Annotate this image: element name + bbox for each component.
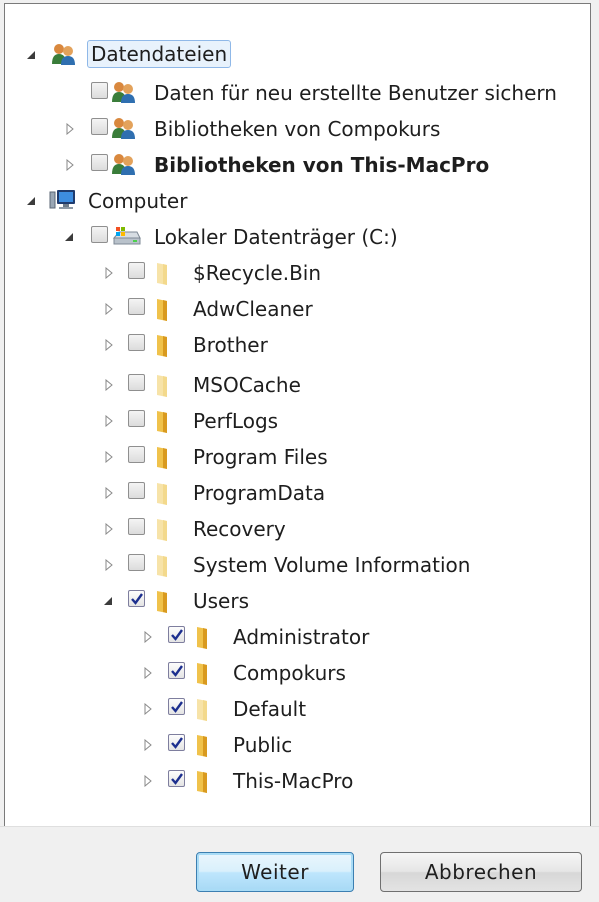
tree-node-label[interactable]: Users: [193, 589, 249, 613]
folder-faded-icon: [150, 260, 174, 285]
next-button[interactable]: Weiter: [196, 852, 354, 892]
checkbox[interactable]: [128, 554, 145, 571]
tree-node-label[interactable]: ProgramData: [193, 481, 325, 505]
expander-collapsed-icon[interactable]: [102, 558, 116, 572]
users-icon: [111, 116, 135, 140]
checkbox-checked[interactable]: [168, 698, 185, 715]
expander-collapsed-icon[interactable]: [141, 702, 155, 716]
tree-node-label[interactable]: PerfLogs: [193, 409, 278, 433]
cancel-button[interactable]: Abbrechen: [380, 852, 582, 892]
tree-node-label[interactable]: Computer: [88, 189, 187, 213]
expander-collapsed-icon[interactable]: [141, 738, 155, 752]
tree-node-label[interactable]: Brother: [193, 333, 268, 357]
next-button-label: Weiter: [241, 860, 309, 884]
expander-collapsed-icon[interactable]: [141, 630, 155, 644]
folder-faded-icon: [190, 696, 214, 721]
folder-faded-icon: [150, 480, 174, 505]
folder-icon: [150, 444, 174, 469]
checkbox[interactable]: [128, 446, 145, 463]
tree-node-label[interactable]: Public: [233, 733, 292, 757]
tree-node-label[interactable]: Lokaler Datenträger (C:): [154, 225, 398, 249]
expander-expanded-icon[interactable]: [24, 194, 38, 208]
expander-collapsed-icon[interactable]: [102, 338, 116, 352]
backup-tree-view[interactable]: Datendateien Daten für neu erstellte Ben…: [4, 3, 591, 826]
tree-node-label[interactable]: AdwCleaner: [193, 297, 313, 321]
folder-icon: [190, 732, 214, 757]
checkbox[interactable]: [128, 262, 145, 279]
tree-node-label[interactable]: Recovery: [193, 517, 286, 541]
expander-collapsed-icon[interactable]: [63, 158, 77, 172]
checkbox[interactable]: [128, 374, 145, 391]
expander-expanded-icon[interactable]: [101, 594, 115, 608]
folder-icon: [190, 768, 214, 793]
expander-collapsed-icon[interactable]: [102, 414, 116, 428]
tree-node-label[interactable]: This-MacPro: [233, 769, 353, 793]
tree-node-label[interactable]: Program Files: [193, 445, 328, 469]
checkbox[interactable]: [128, 334, 145, 351]
computer-icon: [49, 188, 75, 212]
expander-collapsed-icon[interactable]: [102, 266, 116, 280]
checkbox-checked[interactable]: [168, 770, 185, 787]
folder-faded-icon: [150, 552, 174, 577]
checkbox[interactable]: [91, 118, 108, 135]
checkbox[interactable]: [128, 482, 145, 499]
folder-icon: [150, 588, 174, 613]
folder-faded-icon: [150, 372, 174, 397]
folder-faded-icon: [150, 516, 174, 541]
dialog-footer: Weiter Abbrechen: [0, 826, 599, 902]
tree-node-label[interactable]: Bibliotheken von Compokurs: [154, 117, 440, 141]
expander-collapsed-icon[interactable]: [102, 522, 116, 536]
checkbox[interactable]: [91, 82, 108, 99]
checkbox[interactable]: [128, 518, 145, 535]
folder-icon: [150, 296, 174, 321]
cancel-button-label: Abbrechen: [424, 860, 538, 884]
checkbox-checked[interactable]: [168, 626, 185, 643]
expander-collapsed-icon[interactable]: [102, 378, 116, 392]
expander-expanded-icon[interactable]: [24, 48, 38, 62]
tree-node-label[interactable]: System Volume Information: [193, 553, 470, 577]
checkbox[interactable]: [128, 298, 145, 315]
tree-node-label[interactable]: Compokurs: [233, 661, 346, 685]
tree-node-label[interactable]: Datendateien: [87, 40, 232, 68]
folder-icon: [190, 624, 214, 649]
tree-node-label[interactable]: $Recycle.Bin: [193, 261, 321, 285]
tree-node-label[interactable]: Daten für neu erstellte Benutzer sichern: [154, 81, 557, 105]
drive-icon: [111, 224, 141, 248]
checkbox-checked[interactable]: [128, 590, 145, 607]
expander-collapsed-icon[interactable]: [141, 666, 155, 680]
tree-node-label[interactable]: Bibliotheken von This-MacPro: [154, 153, 489, 177]
checkbox[interactable]: [91, 226, 108, 243]
tree-node-label[interactable]: MSOCache: [193, 373, 301, 397]
expander-collapsed-icon[interactable]: [63, 122, 77, 136]
folder-icon: [190, 660, 214, 685]
expander-expanded-icon[interactable]: [62, 230, 76, 244]
checkbox-checked[interactable]: [168, 734, 185, 751]
checkbox[interactable]: [128, 410, 145, 427]
tree-node-label[interactable]: Default: [233, 697, 306, 721]
folder-icon: [150, 408, 174, 433]
checkbox-checked[interactable]: [168, 662, 185, 679]
users-icon: [111, 80, 135, 104]
checkbox[interactable]: [91, 154, 108, 171]
tree-node-label[interactable]: Administrator: [233, 625, 369, 649]
users-icon: [111, 152, 135, 176]
expander-collapsed-icon[interactable]: [102, 450, 116, 464]
users-icon: [51, 42, 75, 66]
expander-collapsed-icon[interactable]: [102, 486, 116, 500]
expander-collapsed-icon[interactable]: [102, 302, 116, 316]
expander-collapsed-icon[interactable]: [141, 774, 155, 788]
folder-icon: [150, 332, 174, 357]
